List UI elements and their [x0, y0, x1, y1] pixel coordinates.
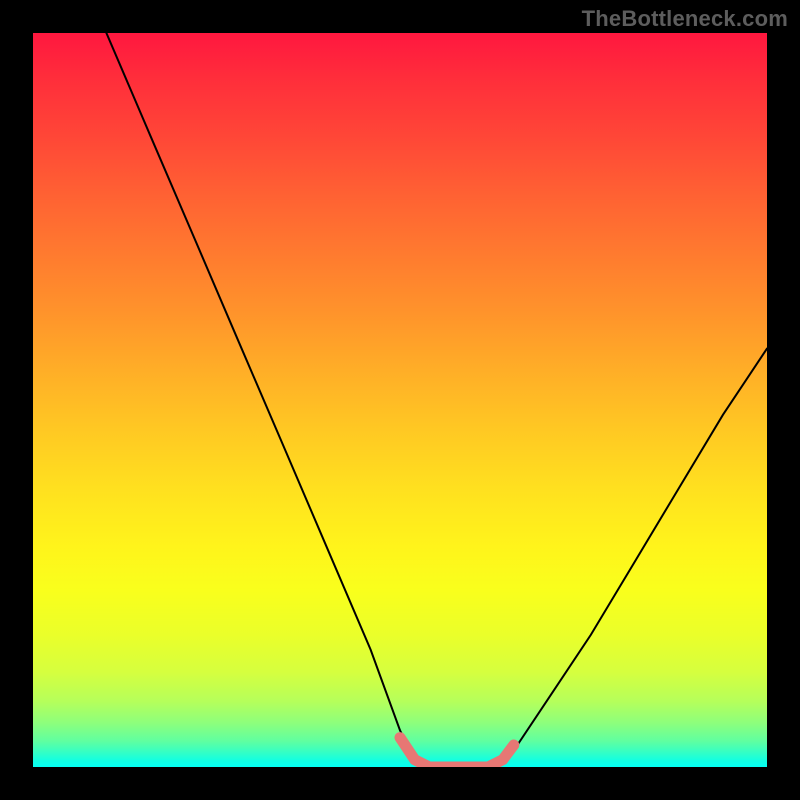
- bottleneck-curve-path: [106, 33, 767, 767]
- chart-svg: [33, 33, 767, 767]
- watermark-text: TheBottleneck.com: [582, 6, 788, 32]
- chart-frame: TheBottleneck.com: [0, 0, 800, 800]
- optimal-highlight-path: [400, 738, 514, 767]
- plot-area: [33, 33, 767, 767]
